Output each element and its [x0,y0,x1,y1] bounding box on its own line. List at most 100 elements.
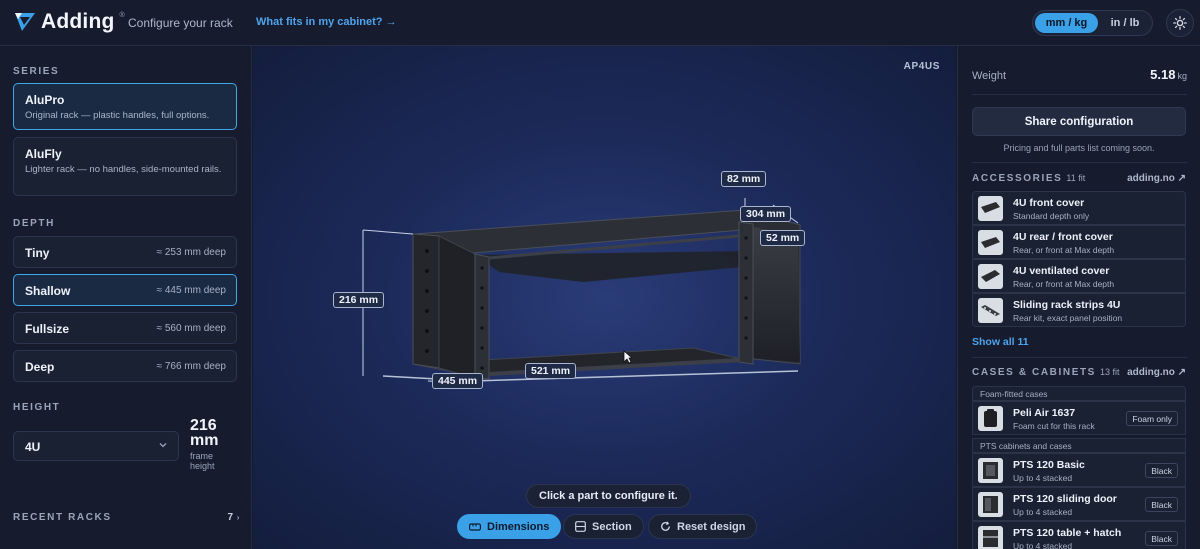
divider [972,357,1187,358]
adding-logo[interactable]: Adding ® [14,10,125,34]
cases-count: 13 fit [1099,367,1120,377]
sun-icon [1173,16,1187,30]
accessory-thumbnail [978,298,1003,323]
unit-metric-button[interactable]: mm / kg [1035,13,1098,33]
accessory-name: 4U rear / front cover [1013,231,1113,243]
depth-option-value: ≈ 560 mm deep [156,323,226,334]
case-thumbnail [978,526,1003,549]
rack-side-panel[interactable] [748,226,800,362]
chevron-down-icon [159,443,167,448]
case-name: PTS 120 sliding door [1013,493,1117,505]
depth-option-name: Shallow [25,284,71,298]
case-name: Peli Air 1637 [1013,407,1076,419]
what-fits-link[interactable]: What fits in my cabinet? → [256,16,397,28]
unit-imperial-button[interactable]: in / lb [1100,13,1150,33]
recent-racks-count: 7 [227,512,233,523]
weight-unit: kg [1177,71,1187,81]
case-thumbnail [978,458,1003,483]
reset-design-button-label: Reset design [677,520,746,533]
case-variant-tag[interactable]: Foam only [1126,411,1178,426]
weight-value: 5.18 kg [1150,67,1187,82]
logo-mark-icon [15,13,35,31]
depth-option-fullsize[interactable]: Fullsize ≈ 560 mm deep [13,312,237,344]
section-icon [575,521,586,532]
depth-option-shallow[interactable]: Shallow ≈ 445 mm deep [13,274,237,306]
config-sidebar: SERIES AluPro Original rack — plastic ha… [0,46,252,549]
series-option-name: AluPro [25,93,65,107]
case-item[interactable]: Peli Air 1637 Foam cut for this rack Foa… [972,401,1186,435]
depth-option-value: ≈ 253 mm deep [156,247,226,258]
accessory-name: 4U ventilated cover [1013,265,1110,277]
case-desc: Up to 4 stacked [1013,541,1073,549]
logo-text: Adding [41,10,115,33]
case-thumbnail [978,492,1003,517]
rack-front-post-right[interactable] [738,221,754,365]
depth-option-name: Deep [25,360,55,374]
section-button[interactable]: Section [563,514,644,539]
accessories-external-link[interactable]: adding.no ↗ [1127,173,1186,184]
dim-label-width: 521 mm [525,363,577,379]
rack-3d-viewport[interactable]: AP4US 82 mm 304 mm 52 mm 216 mm 445 mm 5… [253,46,956,549]
logo-registered: ® [119,12,125,19]
case-thumbnail [978,406,1003,431]
cases-heading: CASES & CABINETS 13 fit [972,367,1120,378]
depth-option-tiny[interactable]: Tiny ≈ 253 mm deep [13,236,237,268]
accessory-desc: Standard depth only [1013,211,1090,221]
rack-front-post-left[interactable] [412,233,440,369]
series-option-alufly[interactable]: AluFly Lighter rack — no handles, side-m… [13,137,237,196]
case-variant-tag[interactable]: Black [1145,463,1178,478]
accessory-thumbnail [978,230,1003,255]
share-configuration-button[interactable]: Share configuration [972,107,1186,136]
cases-header: CASES & CABINETS 13 fit adding.no ↗ [972,367,1186,379]
show-all-accessories-link[interactable]: Show all 11 [972,336,1029,348]
case-variant-tag[interactable]: Black [1145,531,1178,546]
accessory-name: Sliding rack strips 4U [1013,299,1121,311]
series-option-name: AluFly [25,147,62,161]
rack-rail-mid[interactable] [474,253,490,380]
weight-number: 5.18 [1150,67,1176,82]
series-option-alupro[interactable]: AluPro Original rack — plastic handles, … [13,83,237,130]
accessory-thumbnail [978,264,1003,289]
dim-label-top-depth: 82 mm [721,171,767,187]
divider [972,94,1187,95]
unit-toggle[interactable]: mm / kg in / lb [1032,10,1153,36]
case-name: PTS 120 table + hatch [1013,527,1122,539]
recent-racks-toggle[interactable]: RECENT RACKS 7 › [13,512,239,523]
rack-front-post-left-inner[interactable] [438,235,476,379]
dim-label-depth: 445 mm [432,373,484,389]
mouse-cursor-icon [623,350,633,364]
accessory-item[interactable]: 4U front cover Standard depth only [972,191,1186,225]
case-variant-tag[interactable]: Black [1145,497,1178,512]
dimensions-button[interactable]: Dimensions [457,514,562,539]
depth-option-value: ≈ 766 mm deep [156,361,226,372]
reset-icon [661,521,670,531]
height-heading: HEIGHT [13,402,61,413]
case-item[interactable]: PTS 120 sliding door Up to 4 stacked Bla… [972,487,1186,521]
ruler-icon [469,522,481,531]
accessory-desc: Rear kit, exact panel position [1013,313,1123,323]
case-name: PTS 120 Basic [1013,459,1085,471]
reset-design-button[interactable]: Reset design [648,514,758,539]
recent-racks-heading: RECENT RACKS [13,512,112,523]
theme-toggle-button[interactable] [1166,9,1194,37]
viewport-hint: Click a part to configure it. [526,484,691,508]
accessory-item[interactable]: 4U ventilated cover Rear, or front at Ma… [972,259,1186,293]
frame-height-label: frame height [190,451,215,471]
depth-option-deep[interactable]: Deep ≈ 766 mm deep [13,350,237,382]
page-subtitle: Configure your rack [128,16,233,30]
depth-option-value: ≈ 445 mm deep [156,285,226,296]
pricing-note: Pricing and full parts list coming soon. [1003,143,1155,153]
case-item[interactable]: PTS 120 table + hatch Up to 4 stacked Bl… [972,521,1186,549]
dim-label-height: 216 mm [333,292,385,308]
section-button-label: Section [592,520,632,533]
accessory-thumbnail [978,196,1003,221]
height-select[interactable]: 4U [13,431,179,461]
accessory-item[interactable]: 4U rear / front cover Rear, or front at … [972,225,1186,259]
dimensions-button-label: Dimensions [487,520,550,533]
case-desc: Up to 4 stacked [1013,473,1073,483]
cases-external-link[interactable]: adding.no ↗ [1127,367,1186,378]
depth-option-name: Fullsize [25,322,70,336]
group-header-foam: Foam-fitted cases [972,386,1186,401]
case-item[interactable]: PTS 120 Basic Up to 4 stacked Black [972,453,1186,487]
accessory-item[interactable]: Sliding rack strips 4U Rear kit, exact p… [972,293,1186,327]
